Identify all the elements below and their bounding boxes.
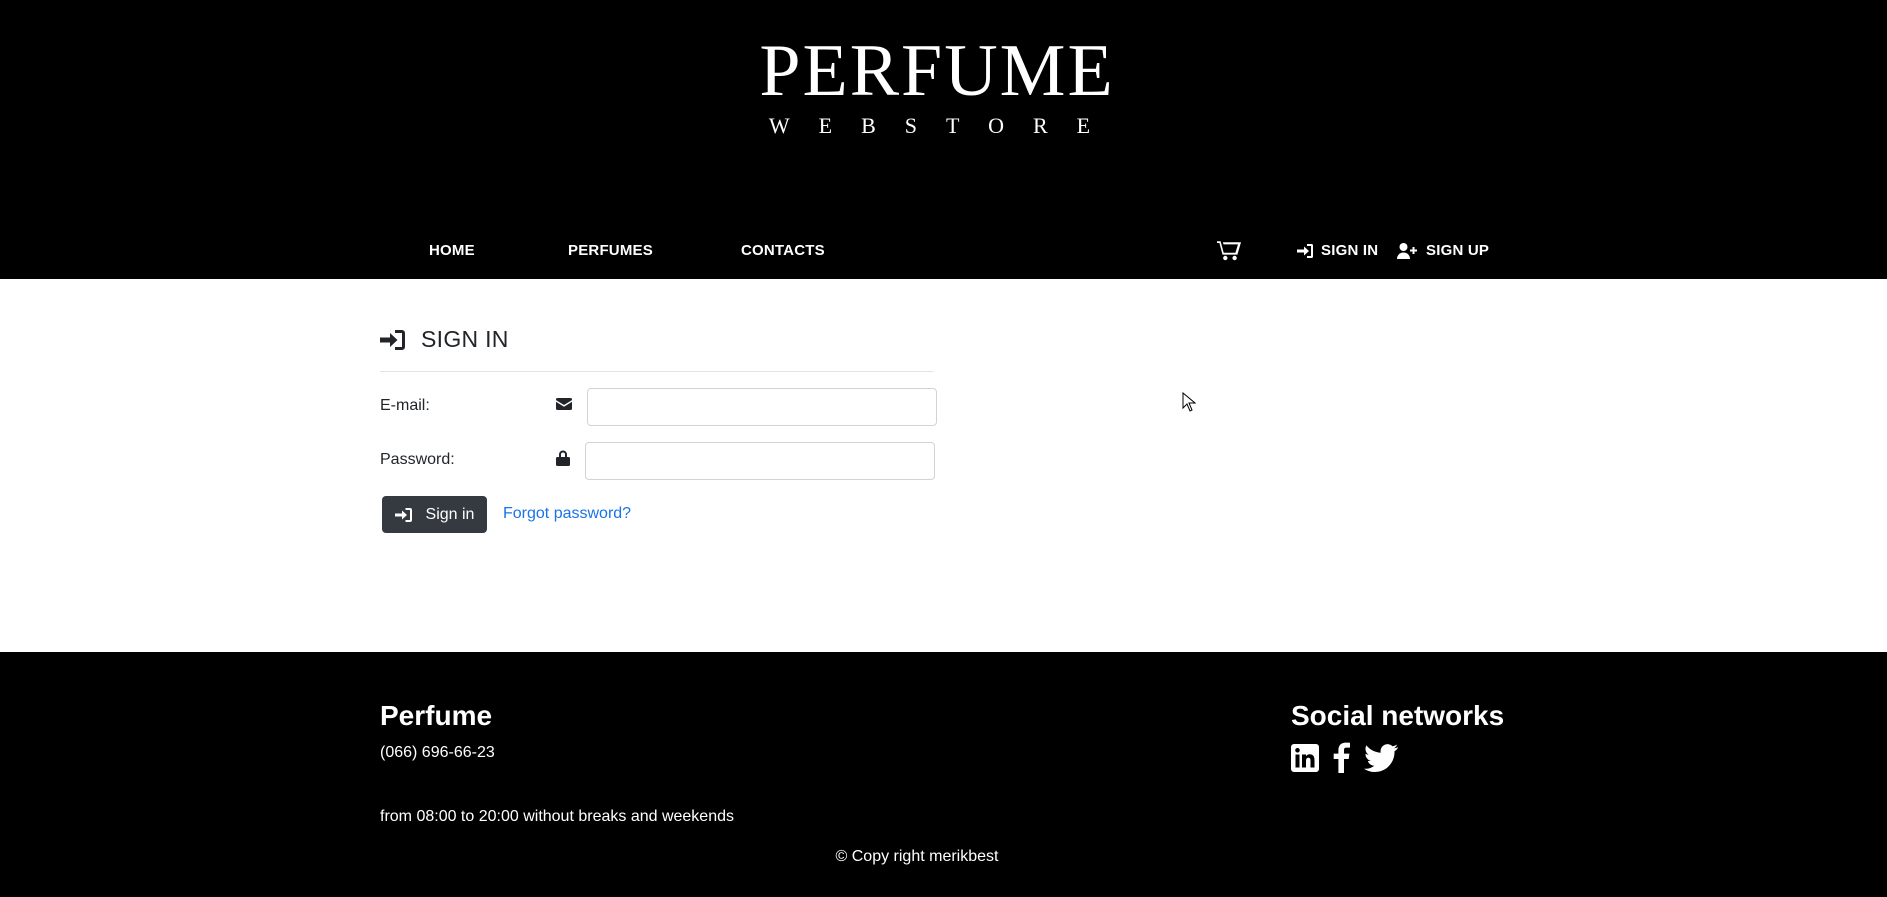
twitter-icon[interactable] — [1364, 743, 1398, 772]
page-title-text: SIGN IN — [421, 326, 509, 352]
facebook-icon[interactable] — [1333, 742, 1350, 773]
envelope-icon — [556, 398, 572, 410]
mouse-cursor-icon — [1182, 391, 1197, 417]
social-title: Social networks — [1291, 700, 1505, 731]
nav-sign-in-link[interactable]: SIGN IN — [1297, 242, 1378, 259]
heading-divider — [380, 371, 933, 372]
password-label: Password: — [380, 451, 455, 468]
logo-title: PERFUME — [759, 30, 1115, 112]
footer-hours: from 08:00 to 20:00 without breaks and w… — [380, 808, 734, 825]
linkedin-icon[interactable] — [1291, 743, 1319, 772]
nav-sign-up-link[interactable]: SIGN UP — [1397, 242, 1489, 259]
social-links — [1291, 742, 1412, 773]
shopping-cart-icon[interactable] — [1217, 240, 1241, 261]
nav-sign-up-label: SIGN UP — [1426, 242, 1490, 259]
footer-phone: (066) 696-66-23 — [380, 744, 495, 761]
user-plus-icon — [1397, 242, 1417, 259]
site-logo[interactable]: PERFUME WEBSTORE — [750, 34, 1124, 138]
password-input[interactable] — [585, 442, 935, 480]
sign-in-icon — [394, 507, 412, 522]
copyright-text: © Copy right merikbest — [835, 848, 999, 865]
nav-perfumes-link[interactable]: PERFUMES — [568, 242, 653, 259]
logo-subtitle: WEBSTORE — [768, 113, 1120, 138]
sign-in-button[interactable]: Sign in — [382, 496, 487, 533]
sign-in-button-label: Sign in — [425, 505, 475, 523]
nav-sign-in-label: SIGN IN — [1321, 242, 1379, 259]
email-input[interactable] — [587, 388, 937, 426]
forgot-password-link[interactable]: Forgot password? — [503, 505, 631, 523]
sign-in-icon — [380, 329, 405, 350]
sign-in-icon — [1297, 243, 1313, 258]
nav-contacts-link[interactable]: CONTACTS — [741, 242, 825, 259]
footer-brand: Perfume — [380, 700, 493, 731]
nav-home-link[interactable]: HOME — [429, 242, 475, 259]
lock-icon — [556, 450, 570, 466]
site-footer: Perfume (066) 696-66-23 from 08:00 to 20… — [0, 652, 1887, 897]
page-title: SIGN IN — [380, 326, 509, 353]
site-header: PERFUME WEBSTORE HOME PERFUMES CONTACTS … — [0, 0, 1887, 279]
email-label: E-mail: — [380, 397, 430, 414]
